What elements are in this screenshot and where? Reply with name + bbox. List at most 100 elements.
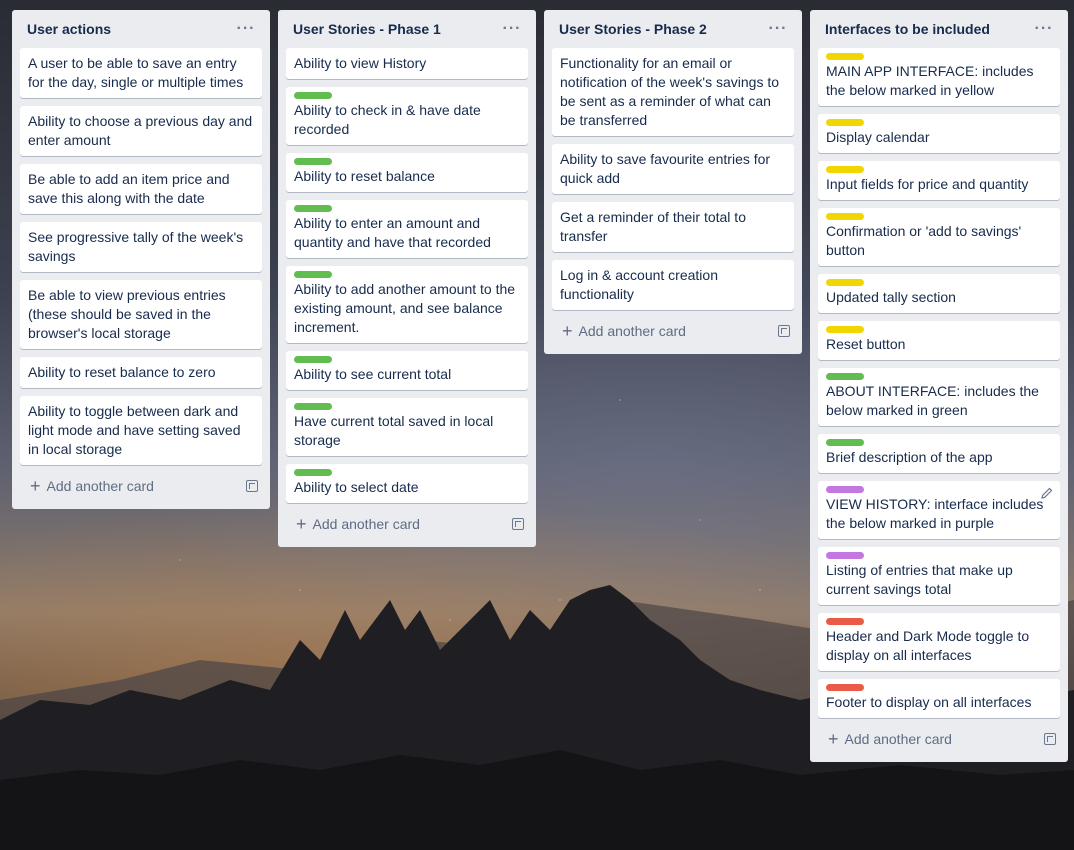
card[interactable]: Ability to reset balance to zero <box>20 357 262 388</box>
card[interactable]: Footer to display on all interfaces <box>818 679 1060 718</box>
add-card-button[interactable]: + Add another card <box>296 515 420 533</box>
card[interactable]: Ability to choose a previous day and ent… <box>20 106 262 156</box>
list-footer: + Add another card <box>552 316 794 346</box>
pencil-icon[interactable] <box>1040 487 1054 501</box>
list-title[interactable]: User actions <box>27 21 111 37</box>
card-template-icon[interactable] <box>512 518 524 530</box>
card[interactable]: Confirmation or 'add to savings' button <box>818 208 1060 266</box>
list: User Stories - Phase 1 ··· Ability to view… <box>278 10 536 547</box>
ellipsis-icon[interactable]: ··· <box>234 21 258 37</box>
red-label[interactable] <box>826 684 864 691</box>
list: User actions ··· A user to be able to save… <box>12 10 270 509</box>
add-card-label: Add another card <box>312 516 420 532</box>
card-title: Ability to select date <box>294 479 419 495</box>
card[interactable]: Input fields for price and quantity <box>818 161 1060 200</box>
yellow-label[interactable] <box>826 326 864 333</box>
yellow-label[interactable] <box>826 119 864 126</box>
card-title: Input fields for price and quantity <box>826 176 1029 192</box>
card[interactable]: A user to be able to save an entry for t… <box>20 48 262 98</box>
card-template-icon[interactable] <box>1044 733 1056 745</box>
list-title[interactable]: Interfaces to be included <box>825 21 990 37</box>
ellipsis-icon[interactable]: ··· <box>500 21 524 37</box>
card[interactable]: Be able to add an item price and save th… <box>20 164 262 214</box>
card-title: Ability to see current total <box>294 366 452 382</box>
ellipsis-icon[interactable]: ··· <box>1032 21 1056 37</box>
card-title: Ability to save favourite entries for qu… <box>560 151 771 186</box>
list-header: User Stories - Phase 2 ··· <box>552 10 794 48</box>
green-label[interactable] <box>294 271 332 278</box>
card[interactable]: ABOUT INTERFACE: includes the below mark… <box>818 368 1060 426</box>
card[interactable]: Ability to save favourite entries for qu… <box>552 144 794 194</box>
yellow-label[interactable] <box>826 53 864 60</box>
purple-label[interactable] <box>826 552 864 559</box>
yellow-label[interactable] <box>826 166 864 173</box>
card-title: Be able to add an item price and save th… <box>28 171 230 206</box>
card[interactable]: See progressive tally of the week's savi… <box>20 222 262 272</box>
card-title: Footer to display on all interfaces <box>826 694 1032 710</box>
board: User actions ··· A user to be able to save… <box>12 10 1068 762</box>
card-title: Confirmation or 'add to savings' button <box>826 223 1022 258</box>
card[interactable]: Get a reminder of their total to transfe… <box>552 202 794 252</box>
green-label[interactable] <box>294 205 332 212</box>
green-label[interactable] <box>826 439 864 446</box>
card-list: Functionality for an email or notificati… <box>552 48 794 310</box>
card[interactable]: Be able to view previous entries (these … <box>20 280 262 349</box>
list-header: User Stories - Phase 1 ··· <box>286 10 528 48</box>
card[interactable]: Ability to select date <box>286 464 528 503</box>
add-card-label: Add another card <box>844 731 952 747</box>
green-label[interactable] <box>826 373 864 380</box>
card-template-icon[interactable] <box>778 325 790 337</box>
card[interactable]: Reset button <box>818 321 1060 360</box>
list: User Stories - Phase 2 ··· Functionality f… <box>544 10 802 354</box>
purple-label[interactable] <box>826 486 864 493</box>
green-label[interactable] <box>294 356 332 363</box>
card[interactable]: Updated tally section <box>818 274 1060 313</box>
card[interactable]: Ability to check in & have date recorded <box>286 87 528 145</box>
list-title[interactable]: User Stories - Phase 2 <box>559 21 707 37</box>
card-title: A user to be able to save an entry for t… <box>28 55 244 90</box>
card[interactable]: Brief description of the app <box>818 434 1060 473</box>
card[interactable]: Ability to add another amount to the exi… <box>286 266 528 343</box>
card[interactable]: Have current total saved in local storag… <box>286 398 528 456</box>
green-label[interactable] <box>294 469 332 476</box>
add-card-button[interactable]: + Add another card <box>30 476 154 496</box>
green-label[interactable] <box>294 158 332 165</box>
add-card-button[interactable]: + Add another card <box>562 321 686 341</box>
plus-icon: + <box>562 321 573 341</box>
card[interactable]: VIEW HISTORY: interface includes the bel… <box>818 481 1060 539</box>
list-title[interactable]: User Stories - Phase 1 <box>293 21 441 37</box>
card-template-icon[interactable] <box>246 480 258 492</box>
card-title: Log in & account creation functionality <box>560 267 718 302</box>
card[interactable]: Ability to reset balance <box>286 153 528 192</box>
red-label[interactable] <box>826 618 864 625</box>
list: Interfaces to be included ··· MAIN APP INT… <box>810 10 1068 762</box>
card-title: ABOUT INTERFACE: includes the below mark… <box>826 383 1039 418</box>
card[interactable]: Functionality for an email or notificati… <box>552 48 794 136</box>
card[interactable]: MAIN APP INTERFACE: includes the below m… <box>818 48 1060 106</box>
card[interactable]: Ability to toggle between dark and light… <box>20 396 262 465</box>
card-title: VIEW HISTORY: interface includes the bel… <box>826 496 1044 531</box>
card-title: Be able to view previous entries (these … <box>28 287 226 341</box>
card[interactable]: Ability to see current total <box>286 351 528 390</box>
card[interactable]: Log in & account creation functionality <box>552 260 794 310</box>
card-list: A user to be able to save an entry for t… <box>20 48 262 465</box>
card[interactable]: Display calendar <box>818 114 1060 153</box>
card-title: Listing of entries that make up current … <box>826 562 1013 597</box>
list-header: Interfaces to be included ··· <box>818 10 1060 48</box>
plus-icon: + <box>30 476 41 496</box>
card-title: MAIN APP INTERFACE: includes the below m… <box>826 63 1034 98</box>
green-label[interactable] <box>294 92 332 99</box>
add-card-button[interactable]: + Add another card <box>828 729 952 749</box>
green-label[interactable] <box>294 403 332 410</box>
ellipsis-icon[interactable]: ··· <box>766 21 790 37</box>
card[interactable]: Ability to enter an amount and quantity … <box>286 200 528 258</box>
card[interactable]: Listing of entries that make up current … <box>818 547 1060 605</box>
yellow-label[interactable] <box>826 279 864 286</box>
card[interactable]: Ability to view History <box>286 48 528 79</box>
plus-icon: + <box>828 729 839 749</box>
yellow-label[interactable] <box>826 213 864 220</box>
card-title: Ability to add another amount to the exi… <box>294 281 516 335</box>
card-title: Functionality for an email or notificati… <box>560 55 780 128</box>
card[interactable]: Header and Dark Mode toggle to display o… <box>818 613 1060 671</box>
card-title: Ability to enter an amount and quantity … <box>294 215 491 250</box>
